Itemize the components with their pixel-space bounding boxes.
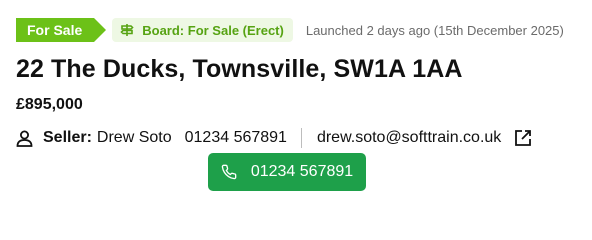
external-link-icon[interactable] [514, 129, 532, 147]
seller-name: Drew Soto [96, 129, 172, 146]
board-status-label: Board: For Sale (Erect) [142, 22, 284, 38]
board-status-badge: Board: For Sale (Erect) [112, 18, 293, 42]
seller-label: Seller: [43, 129, 92, 146]
seller-email-link[interactable]: drew.soto@softtrain.co.uk [317, 129, 501, 147]
signpost-icon [120, 24, 134, 36]
divider [300, 128, 302, 148]
property-address: 22 The Ducks, Townsville, SW1A 1AA [16, 55, 463, 83]
seller-info: Seller: Drew Soto 01234 567891 drew.soto… [16, 127, 532, 149]
person-icon [16, 130, 33, 147]
phone-icon [221, 164, 237, 180]
seller-phone[interactable]: 01234 567891 [185, 129, 287, 147]
listing-status-row: For Sale Board: For Sale (Erect) Launche… [16, 18, 564, 42]
property-price: £895,000 [16, 96, 83, 113]
launched-date: Launched 2 days ago (15th December 2025) [305, 22, 564, 38]
call-seller-button[interactable]: 01234 567891 [208, 153, 366, 191]
for-sale-tag: For Sale [16, 18, 107, 42]
call-button-label: 01234 567891 [250, 163, 354, 180]
